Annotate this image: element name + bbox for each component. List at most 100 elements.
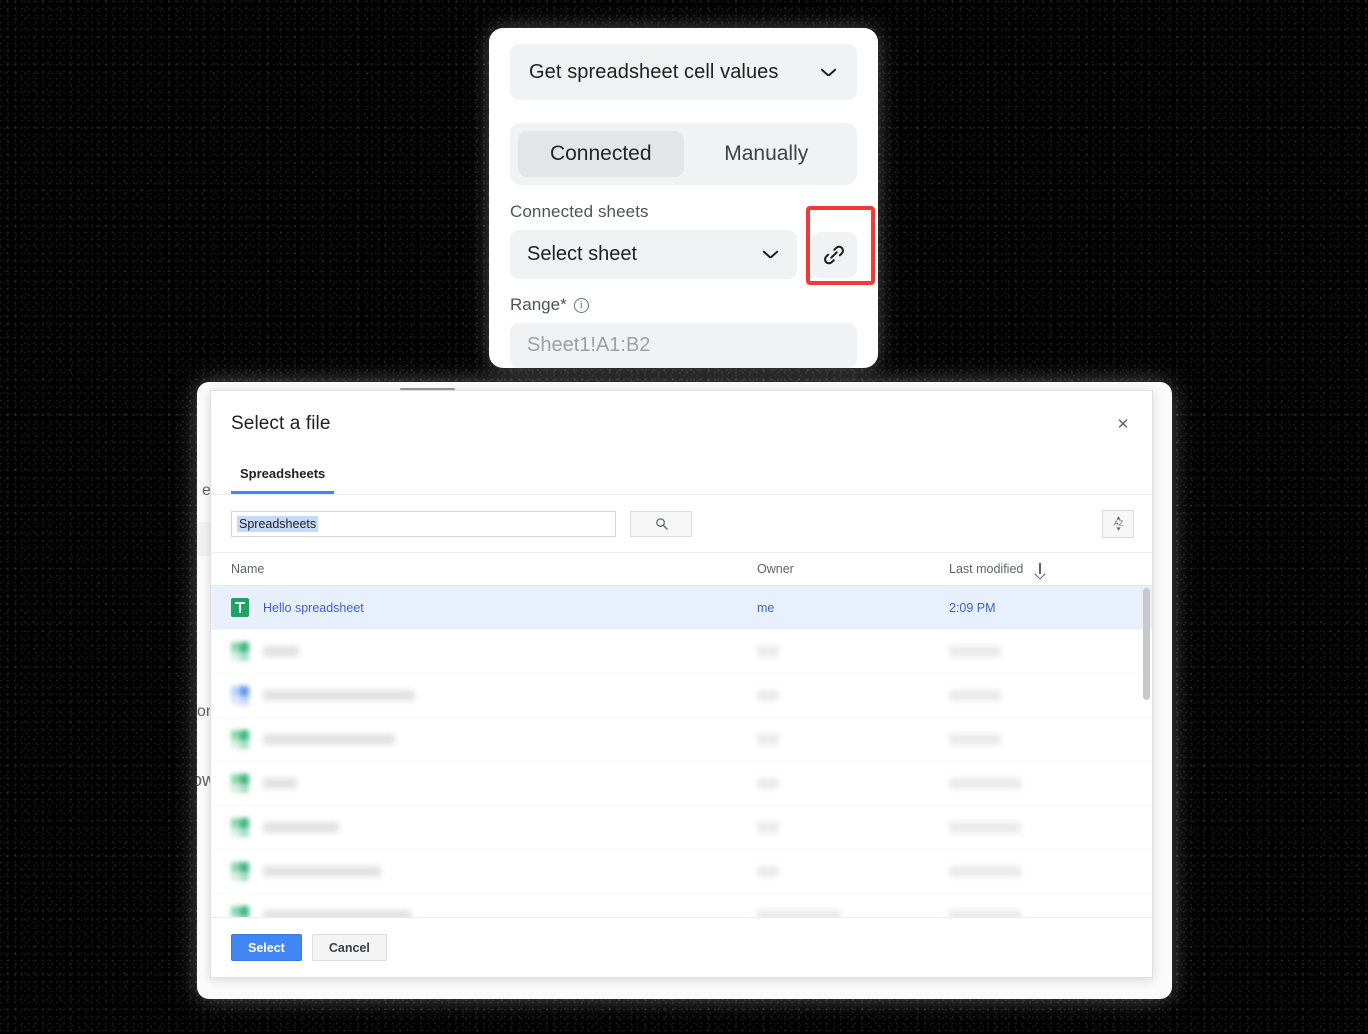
dialog-footer: Select Cancel (211, 917, 1152, 977)
file-modified-cell: 2:09 PM (949, 600, 996, 615)
file-owner-cell (757, 910, 949, 917)
redacted-owner (757, 822, 779, 833)
select-button[interactable]: Select (231, 934, 302, 961)
redacted-owner (757, 690, 779, 701)
file-name-cell (211, 686, 757, 705)
sheet-select-row: Select sheet (510, 230, 857, 279)
redacted-modified (949, 734, 1001, 745)
file-owner-cell (757, 778, 949, 789)
redacted-modified (949, 910, 1021, 917)
tab-spreadsheets[interactable]: Spreadsheets (231, 466, 335, 494)
redacted-modified (949, 822, 1021, 833)
redacted-owner (757, 866, 779, 877)
action-config-panel: Get spreadsheet cell values Connected Ma… (489, 28, 878, 368)
redacted-modified (949, 778, 1021, 789)
connected-sheets-label: Connected sheets (510, 202, 649, 221)
file-modified-cell (949, 778, 1152, 789)
table-row[interactable]: Hello spreadsheet me 2:09 PM (211, 586, 1152, 630)
redacted-owner (757, 910, 841, 917)
redacted-owner (757, 646, 779, 657)
range-input[interactable]: Sheet1!A1:B2 (510, 323, 857, 368)
redacted-file-name (263, 910, 411, 917)
sheet-select-value: Select sheet (527, 243, 638, 265)
file-list-scrollbar[interactable] (1143, 586, 1150, 917)
file-list: Hello spreadsheet me 2:09 PM (211, 586, 1152, 917)
google-sheets-icon (231, 642, 249, 661)
chevron-down-icon (821, 68, 836, 77)
file-owner-cell (757, 822, 949, 833)
table-row[interactable] (211, 762, 1152, 806)
google-docs-icon (231, 686, 249, 705)
redacted-file-name (263, 646, 299, 657)
screenshot-root: Get spreadsheet cell values Connected Ma… (0, 0, 1368, 1034)
table-row[interactable] (211, 630, 1152, 674)
close-icon[interactable]: ✕ (1112, 413, 1134, 435)
file-owner-cell (757, 646, 949, 657)
open-file-picker-button[interactable] (811, 231, 857, 278)
table-row[interactable] (211, 674, 1152, 718)
file-owner-cell (757, 734, 949, 745)
table-row[interactable] (211, 718, 1152, 762)
info-circle-icon[interactable]: i (573, 297, 589, 313)
arrow-down-icon (1035, 563, 1044, 575)
google-sheets-icon (231, 598, 249, 617)
redacted-file-name (263, 866, 381, 877)
redacted-owner (757, 778, 779, 789)
range-label-row: Range* i (510, 295, 857, 315)
google-sheets-icon (231, 818, 249, 837)
redacted-modified (949, 866, 1021, 877)
file-name-cell (211, 818, 757, 837)
column-header-name[interactable]: Name (211, 562, 757, 576)
google-sheets-icon (231, 862, 249, 881)
file-name-cell (211, 862, 757, 881)
table-row[interactable] (211, 806, 1152, 850)
file-modified-cell (949, 910, 1152, 917)
cancel-button[interactable]: Cancel (311, 934, 387, 961)
range-input-placeholder: Sheet1!A1:B2 (527, 334, 651, 356)
file-modified-cell (949, 690, 1152, 701)
column-header-last-modified-label: Last modified (949, 562, 1024, 576)
file-owner-cell (757, 690, 949, 701)
file-modified-cell (949, 646, 1152, 657)
search-input-value: Spreadsheets (237, 515, 319, 532)
tab-manually[interactable]: Manually (684, 131, 850, 177)
file-owner-cell: me (757, 600, 775, 615)
column-header-last-modified[interactable]: Last modified (949, 562, 1152, 576)
search-button[interactable] (630, 510, 692, 537)
tab-connected-label: Connected (549, 142, 652, 165)
redacted-file-name (263, 822, 339, 833)
link-icon (824, 245, 844, 264)
select-file-dialog: Select a file ✕ Spreadsheets Spreadsheet… (210, 390, 1153, 978)
cancel-button-label: Cancel (328, 940, 370, 955)
google-sheets-icon (231, 906, 249, 917)
tab-manually-label: Manually (724, 142, 809, 165)
file-name-link[interactable]: Hello spreadsheet (263, 601, 364, 615)
redacted-owner (757, 734, 779, 745)
file-modified-cell (949, 734, 1152, 745)
tab-connected[interactable]: Connected (518, 131, 684, 177)
column-header-owner[interactable]: Owner (757, 562, 949, 576)
dialog-header: Select a file ✕ Spreadsheets (211, 391, 1152, 495)
file-name-cell: Hello spreadsheet (211, 598, 757, 617)
range-label: Range* (510, 295, 567, 314)
table-header: Name Owner Last modified (211, 553, 1152, 586)
table-row[interactable] (211, 894, 1152, 917)
redacted-modified (949, 690, 1001, 701)
sort-az-icon: AZ (1113, 516, 1123, 531)
sort-button[interactable]: AZ (1102, 509, 1134, 538)
file-owner-cell (757, 866, 949, 877)
action-select[interactable]: Get spreadsheet cell values (510, 44, 857, 100)
dialog-title: Select a file (231, 413, 331, 434)
scrollbar-thumb[interactable] (1143, 588, 1150, 700)
search-icon (655, 518, 668, 530)
file-name-cell (211, 906, 757, 917)
sheet-select[interactable]: Select sheet (510, 230, 797, 279)
search-input[interactable]: Spreadsheets (231, 510, 616, 537)
action-select-value: Get spreadsheet cell values (529, 60, 779, 83)
table-row[interactable] (211, 850, 1152, 894)
redacted-modified (949, 646, 1001, 657)
file-name-cell (211, 774, 757, 793)
google-sheets-icon (231, 774, 249, 793)
chevron-down-icon (763, 250, 778, 259)
google-sheets-icon (231, 730, 249, 749)
